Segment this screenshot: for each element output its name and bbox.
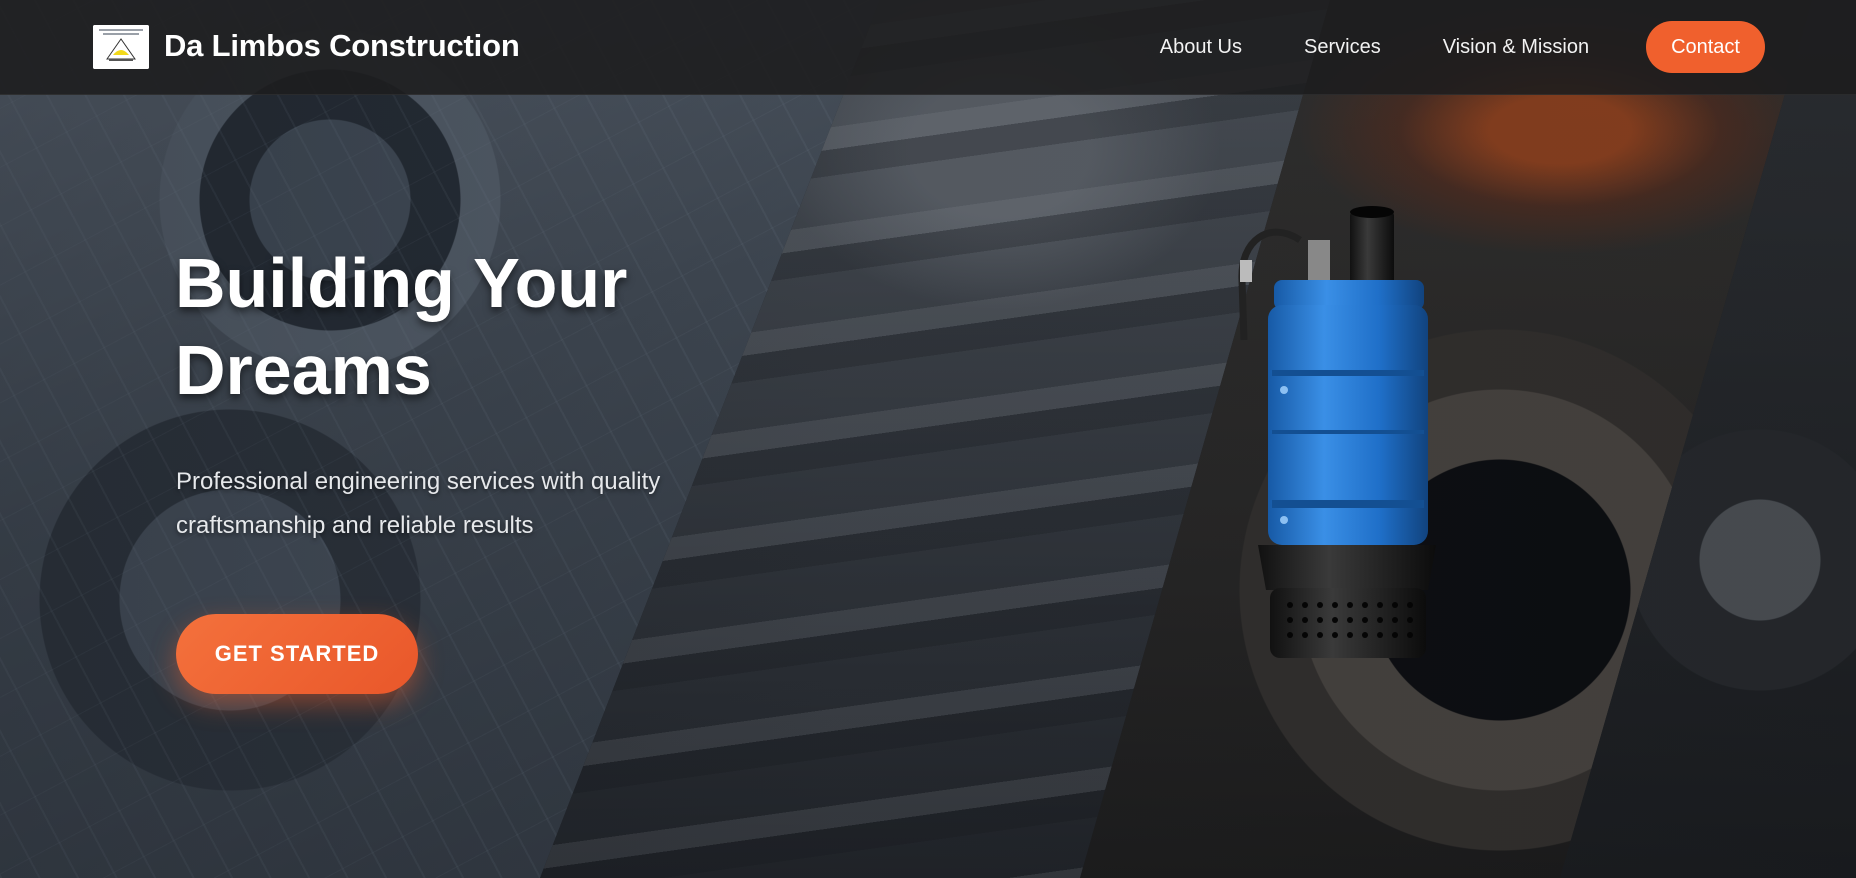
brand-name[interactable]: Da Limbos Construction [164, 28, 520, 64]
nav-services[interactable]: Services [1304, 36, 1381, 59]
nav-vision-mission[interactable]: Vision & Mission [1443, 36, 1589, 59]
nav-about-us[interactable]: About Us [1160, 36, 1242, 59]
hero-subtitle-line-1: Professional engineering services with q… [176, 468, 661, 495]
submersible-pump-image [1200, 200, 1440, 670]
hero-background [0, 0, 1856, 878]
background-overlay [0, 0, 1856, 878]
hero-subtitle: Professional engineering services with q… [176, 460, 736, 548]
get-started-button[interactable]: GET STARTED [176, 614, 418, 694]
hero-subtitle-line-2: craftsmanship and reliable results [176, 512, 534, 539]
site-header: Da Limbos Construction About Us Services… [0, 0, 1856, 95]
main-nav: About Us Services Vision & Mission Conta… [1160, 21, 1765, 73]
hero-title-line-1: Building Your [175, 244, 628, 322]
contact-button[interactable]: Contact [1646, 21, 1765, 73]
company-logo-icon[interactable] [93, 25, 149, 69]
hero-title: Building Your Dreams [175, 240, 795, 414]
hero-title-line-2: Dreams [175, 331, 432, 409]
